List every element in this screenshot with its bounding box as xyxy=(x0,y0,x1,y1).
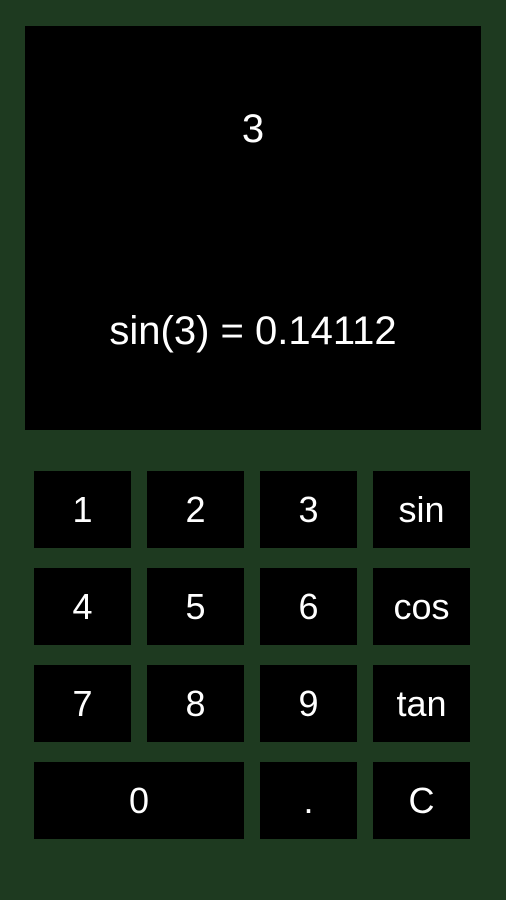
key-label: 0 xyxy=(128,779,150,821)
key-2[interactable]: 2 xyxy=(147,471,244,548)
key-label: cos xyxy=(393,585,450,627)
key-clear[interactable]: C xyxy=(373,762,470,839)
calculator-display: 3 sin(3) = 0.14112 xyxy=(25,26,481,430)
key-label: C xyxy=(408,779,435,821)
display-input-row: 3 xyxy=(25,26,481,231)
key-label: 3 xyxy=(298,488,319,530)
key-label: 4 xyxy=(72,585,93,627)
display-result-row: sin(3) = 0.14112 xyxy=(25,231,481,430)
calculator-app: 3 sin(3) = 0.14112 1 2 3 sin 4 5 6 cos 7 8 9 tan 0. C xyxy=(0,0,506,900)
key-label: sin xyxy=(398,488,445,530)
key-7[interactable]: 7 xyxy=(34,665,131,742)
key-decimal[interactable]: . xyxy=(260,762,357,839)
key-label: 2 xyxy=(185,488,206,530)
key-5[interactable]: 5 xyxy=(147,568,244,645)
key-label: 1 xyxy=(72,488,93,530)
display-result-value: sin(3) = 0.14112 xyxy=(109,308,397,353)
key-3[interactable]: 3 xyxy=(260,471,357,548)
key-0[interactable]: 0 xyxy=(34,762,244,839)
key-label: tan xyxy=(396,682,447,724)
key-9[interactable]: 9 xyxy=(260,665,357,742)
key-label: 5 xyxy=(185,585,206,627)
display-input-value: 3 xyxy=(241,106,265,151)
key-cos[interactable]: cos xyxy=(373,568,470,645)
calculator-keypad: 1 2 3 sin 4 5 6 cos 7 8 9 tan 0. C xyxy=(34,471,471,839)
key-label: 7 xyxy=(72,682,93,724)
key-1[interactable]: 1 xyxy=(34,471,131,548)
key-label: 8 xyxy=(185,682,206,724)
key-tan[interactable]: tan xyxy=(373,665,470,742)
key-label: 6 xyxy=(298,585,319,627)
key-8[interactable]: 8 xyxy=(147,665,244,742)
key-sin[interactable]: sin xyxy=(373,471,470,548)
key-4[interactable]: 4 xyxy=(34,568,131,645)
key-label: . xyxy=(303,779,314,821)
key-label: 9 xyxy=(298,682,319,724)
key-6[interactable]: 6 xyxy=(260,568,357,645)
